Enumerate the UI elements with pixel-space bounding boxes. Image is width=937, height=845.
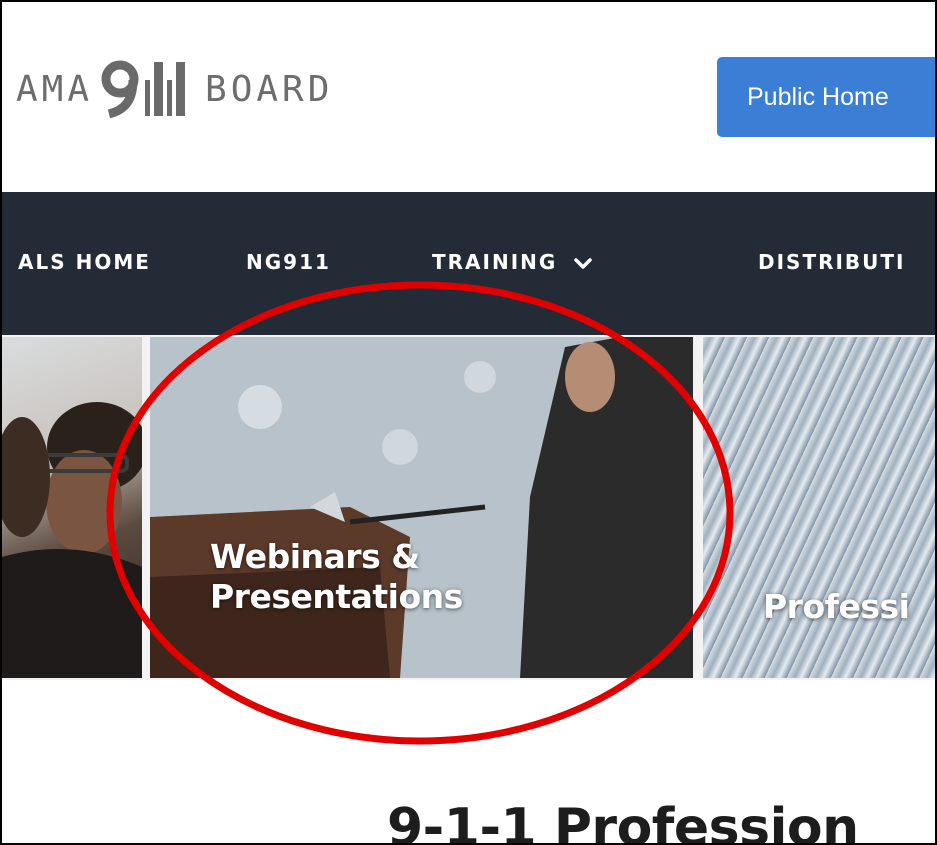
logo-text-suffix: BOARD	[205, 68, 334, 110]
people-photo	[2, 402, 142, 678]
card-webinars-label-line2: Presentations	[210, 576, 463, 616]
site-logo[interactable]: AMA BOARD	[16, 54, 333, 124]
card-webinars-presentations[interactable]: Webinars & Presentations	[150, 337, 693, 678]
presenter-photo	[150, 337, 693, 678]
nav-item-professionals-home[interactable]: ALS HOME	[18, 250, 151, 274]
card-webinars-label-line1: Webinars &	[210, 537, 420, 576]
card-professional-label: Professi	[763, 587, 910, 626]
feature-cards: Webinars & Presentations Professi	[2, 335, 935, 680]
browser-viewport: AMA BOARD Public Home ALS HOME NG911 TRA…	[0, 0, 937, 845]
public-home-button[interactable]: Public Home	[717, 57, 935, 137]
card-professional[interactable]: Professi	[703, 337, 935, 678]
logo-911-mark	[101, 58, 197, 120]
nav-item-training-label: TRAINING	[432, 250, 558, 274]
logo-text-prefix: AMA	[16, 68, 94, 110]
nav-item-training[interactable]: TRAINING	[432, 250, 593, 276]
nav-item-ng911[interactable]: NG911	[246, 250, 331, 274]
nav-item-distribution[interactable]: DISTRIBUTI	[758, 250, 906, 274]
page-section-heading: 9-1-1 Profession	[387, 798, 859, 845]
chevron-down-icon[interactable]	[574, 252, 593, 276]
main-nav: ALS HOME NG911 TRAINING DISTRIBUTI	[2, 192, 935, 335]
card-webinars-label: Webinars & Presentations	[210, 537, 463, 616]
card-people-photo[interactable]	[2, 337, 142, 678]
